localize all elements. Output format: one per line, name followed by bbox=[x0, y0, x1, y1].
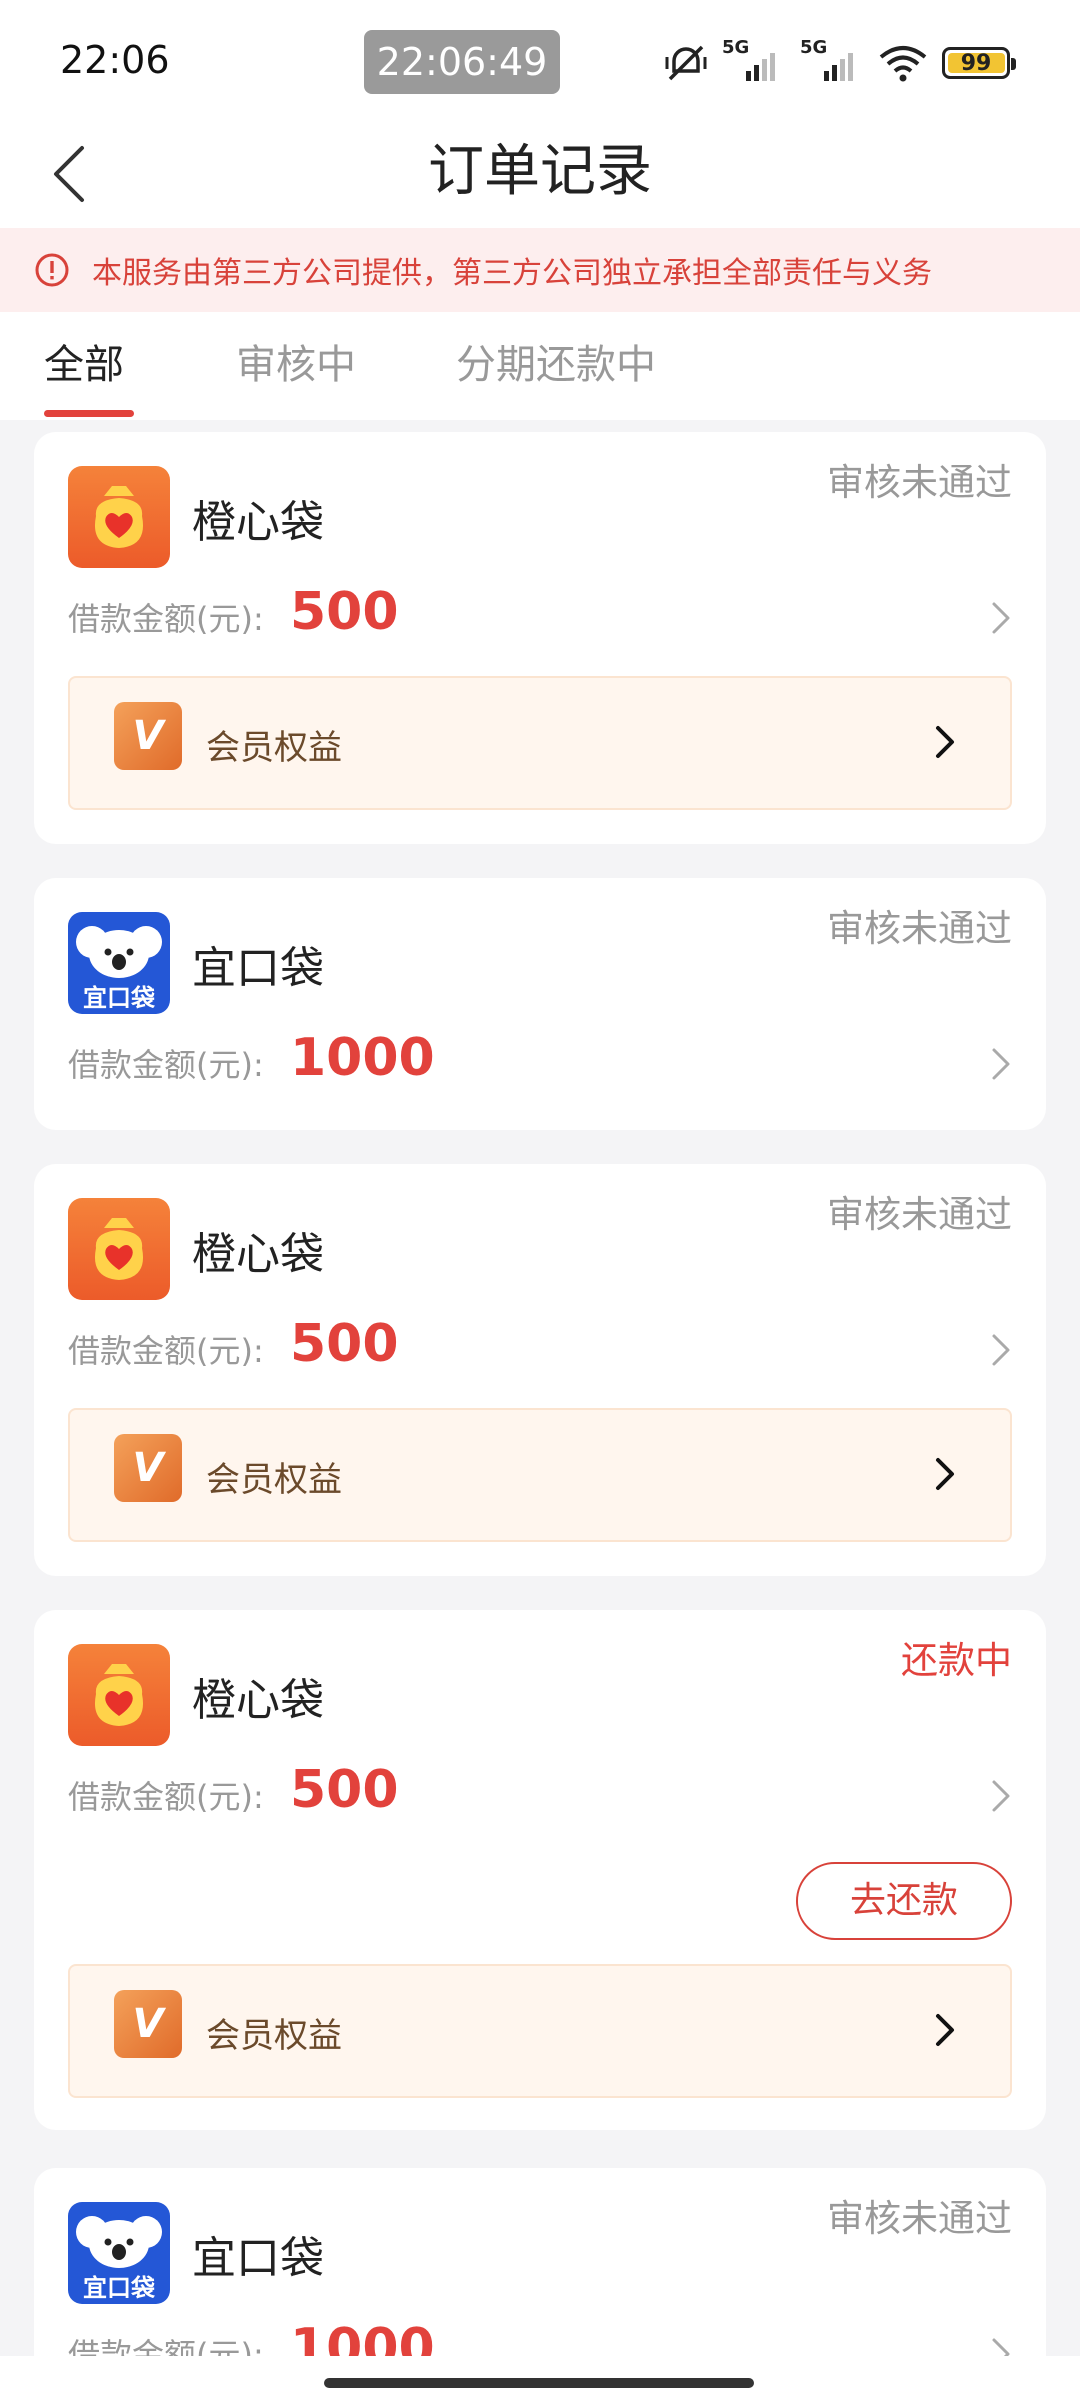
chengxindai-logo bbox=[68, 1198, 170, 1300]
chevron-right-icon bbox=[992, 602, 1010, 634]
tab-active-indicator bbox=[44, 410, 134, 417]
status-icons: 5G 5G 99 bbox=[664, 37, 1016, 86]
chevron-right-icon bbox=[992, 1334, 1010, 1366]
order-status: 审核未通过 bbox=[827, 461, 1012, 504]
amount-label: 借款金额(元): bbox=[68, 1046, 264, 1084]
vip-icon: V bbox=[114, 1434, 182, 1502]
order-card[interactable]: 宜口袋 宜口袋 审核未通过 借款金额(元): 1000 bbox=[34, 878, 1046, 1130]
nav-bar: 订单记录 bbox=[0, 120, 1080, 228]
app-name: 橙心袋 bbox=[192, 497, 324, 548]
app-name: 橙心袋 bbox=[192, 1675, 324, 1726]
vip-label: 会员权益 bbox=[206, 2016, 342, 2056]
vip-label: 会员权益 bbox=[206, 1460, 342, 1500]
amount-label: 借款金额(元): bbox=[68, 600, 264, 638]
home-indicator[interactable] bbox=[324, 2378, 754, 2388]
vip-label: 会员权益 bbox=[206, 728, 342, 768]
clock-overlay: 22:06:49 bbox=[364, 30, 560, 94]
chengxindai-logo bbox=[68, 1644, 170, 1746]
tab-all[interactable]: 全部 bbox=[44, 332, 124, 390]
yikoudai-logo-text: 宜口袋 bbox=[83, 984, 155, 1012]
amount-value: 500 bbox=[290, 1314, 399, 1374]
order-card[interactable]: 橙心袋 审核未通过 借款金额(元): 500 V 会员权益 bbox=[34, 1164, 1046, 1576]
app-name: 宜口袋 bbox=[192, 943, 324, 994]
amount-value: 500 bbox=[290, 582, 399, 642]
page-title: 订单记录 bbox=[428, 139, 652, 204]
chevron-right-icon bbox=[936, 726, 954, 758]
yikoudai-logo-text: 宜口袋 bbox=[83, 2274, 155, 2302]
yikoudai-logo: 宜口袋 bbox=[68, 912, 170, 1014]
tab-reviewing[interactable]: 审核中 bbox=[236, 332, 356, 390]
vip-benefits-row[interactable]: V 会员权益 bbox=[68, 1964, 1012, 2098]
tab-bar: 全部 审核中 分期还款中 bbox=[0, 312, 1080, 420]
signal-1-icon: 5G bbox=[722, 37, 786, 85]
vip-icon: V bbox=[114, 702, 182, 770]
mute-vibrate-icon bbox=[665, 45, 707, 81]
vip-benefits-row[interactable]: V 会员权益 bbox=[68, 676, 1012, 810]
order-card[interactable]: 橙心袋 还款中 借款金额(元): 500 去还款 V 会员权益 bbox=[34, 1610, 1046, 2130]
amount-label: 借款金额(元): bbox=[68, 1778, 264, 1816]
repay-button[interactable]: 去还款 bbox=[796, 1862, 1012, 1940]
order-status: 审核未通过 bbox=[827, 1193, 1012, 1236]
order-status: 审核未通过 bbox=[827, 907, 1012, 950]
amount-value: 1000 bbox=[290, 1028, 435, 1088]
vip-icon: V bbox=[114, 1990, 182, 2058]
order-status: 还款中 bbox=[901, 1639, 1012, 1682]
amount-label: 借款金额(元): bbox=[68, 1332, 264, 1370]
chevron-right-icon bbox=[992, 1780, 1010, 1812]
vip-benefits-row[interactable]: V 会员权益 bbox=[68, 1408, 1012, 1542]
status-time: 22:06 bbox=[60, 38, 170, 82]
app-name: 橙心袋 bbox=[192, 1229, 324, 1280]
app-name: 宜口袋 bbox=[192, 2233, 324, 2284]
order-status: 审核未通过 bbox=[827, 2197, 1012, 2240]
amount-value: 500 bbox=[290, 1760, 399, 1820]
warning-icon bbox=[34, 252, 70, 288]
battery-icon: 99 bbox=[942, 47, 1016, 79]
notice-text: 本服务由第三方公司提供，第三方公司独立承担全部责任与义务 bbox=[92, 256, 932, 291]
signal-2-icon: 5G bbox=[800, 37, 864, 85]
wifi-icon bbox=[879, 46, 927, 82]
status-bar: 22:06 22:06:49 5G 5G 99 bbox=[0, 0, 1080, 120]
order-card[interactable]: 橙心袋 审核未通过 借款金额(元): 500 V 会员权益 bbox=[34, 432, 1046, 844]
notice-banner: 本服务由第三方公司提供，第三方公司独立承担全部责任与义务 bbox=[0, 228, 1080, 312]
yikoudai-logo: 宜口袋 bbox=[68, 2202, 170, 2304]
chevron-right-icon bbox=[992, 1048, 1010, 1080]
chevron-right-icon bbox=[936, 1458, 954, 1490]
chengxindai-logo bbox=[68, 466, 170, 568]
chevron-right-icon bbox=[936, 2014, 954, 2046]
tab-installment-repaying[interactable]: 分期还款中 bbox=[456, 332, 656, 390]
battery-level: 99 bbox=[960, 50, 992, 76]
